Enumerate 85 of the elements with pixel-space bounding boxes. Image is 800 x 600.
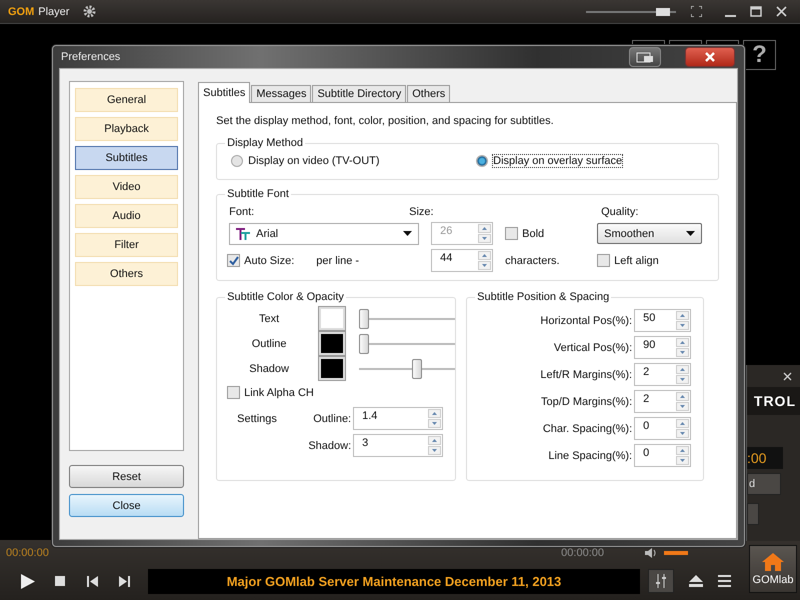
slider-thumb[interactable]: [412, 358, 422, 378]
previous-icon: [86, 576, 98, 586]
category-item[interactable]: Subtitles: [75, 146, 178, 170]
menu-icon: [718, 575, 730, 587]
close-icon: [704, 52, 716, 62]
field-label: Horizontal Pos(%):: [539, 314, 632, 326]
elapsed-time: 00:00:00: [6, 547, 49, 559]
check-icon: [228, 256, 239, 266]
close-icon: [776, 6, 787, 17]
category-item[interactable]: Audio: [75, 204, 178, 228]
caret-icon: [403, 231, 412, 236]
field-label: Char. Spacing(%):: [542, 422, 632, 434]
field-label: Top/D Margins(%):: [540, 396, 632, 408]
color-swatch[interactable]: [319, 332, 346, 355]
window-icon: [636, 52, 654, 62]
close-button[interactable]: [685, 47, 735, 67]
logo: GOM: [8, 6, 34, 18]
window-button[interactable]: [629, 47, 661, 67]
group-title: Display Method: [226, 137, 304, 149]
tab[interactable]: Subtitle Directory: [312, 85, 406, 103]
color-swatch[interactable]: [319, 357, 346, 380]
category-item[interactable]: Playback: [75, 117, 178, 141]
gear-icon[interactable]: [83, 5, 96, 18]
link-alpha-checkbox[interactable]: Link Alpha CH: [227, 386, 444, 399]
time-display: :00: [747, 447, 783, 469]
left-align-checkbox[interactable]: Left align: [597, 254, 702, 267]
next-icon: [118, 576, 130, 586]
color-label: Shadow: [248, 362, 290, 374]
fullscreen-button[interactable]: [691, 6, 702, 17]
close-button[interactable]: Close: [69, 494, 184, 517]
font-icon: [236, 228, 250, 240]
reset-button[interactable]: Reset: [69, 465, 184, 488]
stop-icon: [55, 576, 65, 586]
maximize-icon: [750, 6, 762, 17]
auto-size-checkbox[interactable]: Auto Size:: [227, 254, 294, 267]
slider-thumb[interactable]: [656, 8, 670, 16]
sliders-icon: [655, 574, 667, 588]
slider-thumb[interactable]: [358, 308, 369, 328]
field-label: Size:: [409, 206, 435, 218]
color-label: Text: [258, 312, 280, 324]
category-item[interactable]: Filter: [75, 233, 178, 257]
group-title: Subtitle Position & Spacing: [476, 291, 610, 303]
news-ticker: Major GOMlab Server Maintenance December 11, 2013: [148, 568, 640, 594]
category-item[interactable]: General: [75, 88, 178, 112]
close-icon[interactable]: [783, 372, 792, 380]
bold-checkbox[interactable]: Bold: [505, 227, 586, 240]
tab[interactable]: Others: [407, 85, 450, 103]
dialog-title: Preferences: [60, 51, 120, 63]
play-icon: [20, 572, 36, 590]
color-swatch[interactable]: [319, 307, 346, 330]
group-title: Subtitle Color & Opacity: [226, 291, 345, 303]
equalizer-button[interactable]: [648, 569, 674, 593]
color-label: Outline: [250, 338, 288, 350]
field-label: Settings: [236, 412, 278, 424]
field-label: per line -: [316, 254, 360, 266]
fullscreen-icon: [691, 6, 702, 17]
tab[interactable]: Messages: [251, 85, 312, 103]
panel-button[interactable]: d: [747, 473, 781, 495]
font-dropdown[interactable]: Arial: [229, 222, 420, 244]
total-time: 00:00:00: [561, 547, 604, 559]
field-label: Vertical Pos(%):: [552, 342, 632, 354]
group-title: Subtitle Font: [226, 188, 290, 200]
field-label: Shadow:: [308, 440, 352, 452]
radio-button[interactable]: Display on overlay surface: [476, 155, 622, 167]
app-title: Player: [38, 6, 70, 18]
eject-icon: [689, 575, 703, 587]
house-icon: [761, 552, 785, 572]
minimize-icon: [725, 14, 736, 16]
description: Set the display method, font, color, position, and spacing for subtitles.: [216, 115, 555, 127]
radio-button[interactable]: Display on video (TV-OUT): [231, 155, 476, 167]
quality-dropdown[interactable]: Smoothen: [597, 223, 702, 244]
maximize-button[interactable]: [750, 6, 762, 17]
field-label: Outline:: [312, 412, 352, 424]
home-button[interactable]: GOMlab: [749, 545, 797, 593]
field-label: characters.: [505, 254, 561, 266]
category-item[interactable]: Video: [75, 175, 178, 199]
caret-icon: [686, 231, 696, 236]
slider-thumb[interactable]: [358, 334, 369, 354]
tab[interactable]: Subtitles: [198, 82, 250, 103]
speaker-icon[interactable]: [644, 547, 658, 559]
field-label: Line Spacing(%):: [547, 450, 632, 462]
category-item[interactable]: Others: [75, 262, 178, 286]
panel-title: TROL: [747, 387, 800, 415]
field-label: Quality:: [601, 206, 640, 218]
field-label: Left/R Margins(%):: [539, 368, 632, 380]
